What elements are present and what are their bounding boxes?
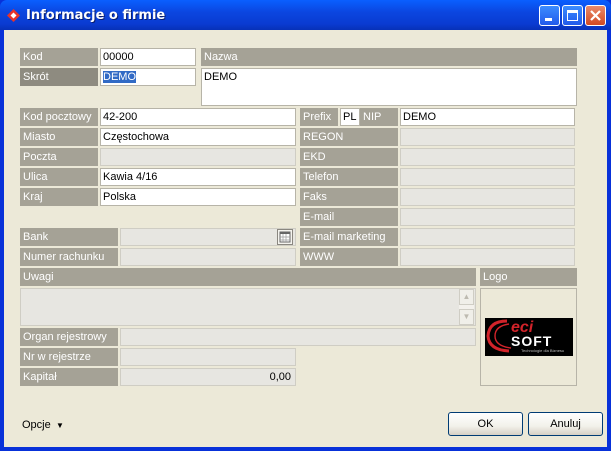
- kod-pocztowy-label: Kod pocztowy: [20, 108, 98, 126]
- skrot-field[interactable]: DEMO: [100, 68, 196, 86]
- dialog-body: Kod 00000 Nazwa Skrót DEMO DEMO Kod pocz…: [4, 30, 607, 447]
- email-label: E-mail: [300, 208, 398, 226]
- opcje-menu-button[interactable]: Opcje ▼: [22, 416, 64, 434]
- kod-label: Kod: [20, 48, 98, 66]
- ekd-field[interactable]: [400, 148, 575, 166]
- minimize-icon: [545, 18, 552, 21]
- bank-label: Bank: [20, 228, 118, 246]
- kapital-field[interactable]: 0,00: [120, 368, 296, 386]
- maximize-button[interactable]: [562, 5, 583, 26]
- close-icon: [590, 10, 601, 21]
- miasto-label: Miasto: [20, 128, 98, 146]
- scroll-up-icon[interactable]: ▲: [459, 289, 474, 305]
- email-field[interactable]: [400, 208, 575, 226]
- ulica-label: Ulica: [20, 168, 98, 186]
- faks-field[interactable]: [400, 188, 575, 206]
- scroll-down-icon[interactable]: ▼: [459, 309, 474, 325]
- ok-button[interactable]: OK: [448, 412, 523, 436]
- logo-tagline: Technologie dla Biznesu: [521, 348, 565, 353]
- email-marketing-field[interactable]: [400, 228, 575, 246]
- maximize-icon: [567, 10, 578, 21]
- logo-label: Logo: [480, 268, 577, 286]
- uwagi-scrollbar[interactable]: ▲ ▼: [459, 289, 474, 325]
- regon-field[interactable]: [400, 128, 575, 146]
- nip-label: NIP: [360, 108, 398, 126]
- nr-rejestr-label: Nr w rejestrze: [20, 348, 118, 366]
- nazwa-field[interactable]: DEMO: [201, 68, 577, 106]
- www-label: WWW: [300, 248, 398, 266]
- regon-label: REGON: [300, 128, 398, 146]
- prefix-label: Prefix: [300, 108, 338, 126]
- cancel-button[interactable]: Anuluj: [528, 412, 603, 436]
- eci-soft-logo: eci SOFT Technologie dla Biznesu: [485, 318, 573, 356]
- miasto-field[interactable]: Częstochowa: [100, 128, 296, 146]
- email-marketing-label: E-mail marketing: [300, 228, 398, 246]
- kod-pocztowy-field[interactable]: 42-200: [100, 108, 296, 126]
- organ-label: Organ rejestrowy: [20, 328, 118, 346]
- title-bar[interactable]: Informacje o firmie: [0, 0, 611, 30]
- calendar-icon[interactable]: [277, 229, 293, 245]
- app-icon: [7, 9, 20, 22]
- close-button[interactable]: [585, 5, 606, 26]
- skrot-value: DEMO: [103, 71, 136, 83]
- numer-rachunku-field[interactable]: [120, 248, 296, 266]
- nip-field[interactable]: DEMO: [400, 108, 575, 126]
- poczta-field[interactable]: [100, 148, 296, 166]
- prefix-field[interactable]: PL: [340, 108, 360, 126]
- bank-field[interactable]: [120, 228, 296, 246]
- nazwa-label: Nazwa: [201, 48, 577, 66]
- kapital-label: Kapitał: [20, 368, 118, 386]
- www-field[interactable]: [400, 248, 575, 266]
- telefon-label: Telefon: [300, 168, 398, 186]
- skrot-label: Skrót: [20, 68, 98, 86]
- ekd-label: EKD: [300, 148, 398, 166]
- kod-field[interactable]: 00000: [100, 48, 196, 66]
- window: Informacje o firmie Kod 00000 Nazwa Skró…: [0, 0, 611, 451]
- minimize-button[interactable]: [539, 5, 560, 26]
- logo-box[interactable]: eci SOFT Technologie dla Biznesu: [480, 288, 577, 386]
- uwagi-label: Uwagi: [20, 268, 476, 286]
- kraj-label: Kraj: [20, 188, 98, 206]
- ulica-field[interactable]: Kawia 4/16: [100, 168, 296, 186]
- kraj-field[interactable]: Polska: [100, 188, 296, 206]
- organ-field[interactable]: [120, 328, 476, 346]
- opcje-label: Opcje: [22, 419, 51, 431]
- logo-brand-bottom: SOFT: [511, 333, 553, 349]
- window-title: Informacje o firmie: [26, 8, 166, 23]
- numer-rachunku-label: Numer rachunku: [20, 248, 118, 266]
- nr-rejestr-field[interactable]: [120, 348, 296, 366]
- poczta-label: Poczta: [20, 148, 98, 166]
- dropdown-arrow-icon: ▼: [53, 421, 64, 430]
- telefon-field[interactable]: [400, 168, 575, 186]
- uwagi-field[interactable]: [20, 288, 476, 326]
- faks-label: Faks: [300, 188, 398, 206]
